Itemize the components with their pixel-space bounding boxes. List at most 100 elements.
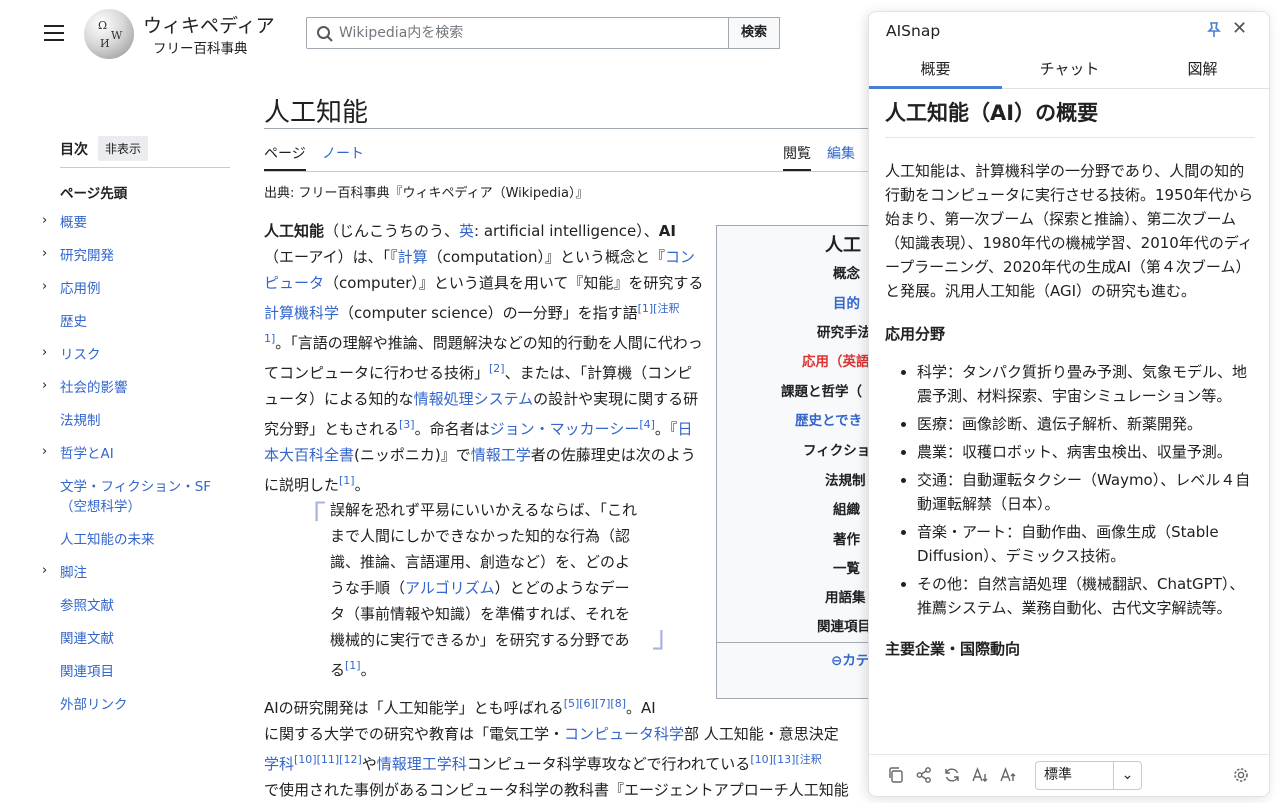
toc-item[interactable]: › 研究開発: [42, 246, 230, 266]
toc-item[interactable]: › 概要: [42, 213, 230, 233]
infobox-row[interactable]: 目的: [833, 292, 860, 312]
toc-item-label: 関連項目: [60, 664, 114, 680]
page-title: 人工知能: [264, 98, 369, 128]
toc-item[interactable]: 外部リンク: [60, 695, 230, 715]
tab-read[interactable]: 閲覧: [783, 143, 811, 171]
panel-tabs: 概要 チャット 図解: [869, 52, 1269, 89]
toc-item[interactable]: 人工知能の未来: [60, 530, 230, 550]
font-decrease-icon[interactable]: [971, 766, 989, 784]
infobox-row: 関連項目: [817, 619, 871, 635]
logo-wordmark: ウィキペディア: [143, 15, 275, 37]
mode-select-value: 標準: [1044, 767, 1072, 783]
link-info-system[interactable]: 情報処理システム: [414, 390, 534, 408]
infobox-category-link[interactable]: ⊖カテ: [831, 649, 869, 669]
chevron-right-icon[interactable]: ›: [42, 343, 47, 363]
tab-summary[interactable]: 概要: [869, 52, 1002, 89]
wiki-header: ΩWИ ウィキペディア フリー百科事典 検索: [0, 0, 870, 70]
toc-item-label: リスク: [60, 347, 101, 363]
pin-icon[interactable]: [1206, 21, 1222, 39]
link-dept[interactable]: 学科: [264, 755, 294, 773]
summary-heading: 人工知能（AI）の概要: [885, 97, 1255, 138]
panel-header: AISnap ✕: [869, 12, 1269, 52]
chevron-right-icon[interactable]: ›: [42, 442, 47, 462]
search-input[interactable]: [339, 21, 719, 45]
toc-item[interactable]: 法規制: [60, 411, 230, 431]
link-cs[interactable]: コンピュータ科学: [564, 725, 684, 743]
title-divider: [264, 128, 870, 129]
toc-item[interactable]: › 社会的影響: [42, 378, 230, 398]
search-button[interactable]: 検索: [728, 17, 780, 49]
link-ie[interactable]: 情報理工学科: [377, 755, 467, 773]
toc-item-label: 法規制: [60, 413, 101, 429]
article-paragraph-2: AIの研究開発は「人工知能学」とも呼ばれる[5][6][7][8]。AI に関する…: [264, 697, 849, 799]
toc-item-label: 研究開発: [60, 248, 114, 264]
chevron-right-icon[interactable]: ›: [42, 376, 47, 396]
toc-item[interactable]: 関連項目: [60, 662, 230, 682]
toc-item[interactable]: 関連文献: [60, 629, 230, 649]
panel-title: AISnap: [886, 22, 941, 40]
list-item: その他：自然言語処理（機械翻訳、ChatGPT）、推薦システム、業務自動化、古代…: [917, 572, 1255, 620]
toc-item-label: 歴史: [60, 314, 87, 330]
copy-icon[interactable]: [887, 766, 905, 784]
panel-toolbar: 標準 ⌄: [869, 754, 1269, 796]
toc-item[interactable]: › 応用例: [42, 279, 230, 299]
chevron-right-icon[interactable]: ›: [42, 244, 47, 264]
aisnap-panel: AISnap ✕ 概要 チャット 図解 人工知能（AI）の概要 人工知能は、計算…: [868, 11, 1270, 797]
refresh-icon[interactable]: [943, 766, 961, 784]
toc-item[interactable]: › リスク: [42, 345, 230, 365]
link-computation[interactable]: 計算: [398, 248, 428, 266]
tab-edit[interactable]: 編集: [827, 143, 855, 163]
chevron-right-icon[interactable]: ›: [42, 561, 47, 581]
toc-hide-button[interactable]: 非表示: [98, 136, 149, 161]
toc-item[interactable]: 歴史: [60, 312, 230, 332]
category-icon: ⊖: [831, 653, 843, 669]
tab-talk[interactable]: ノート: [322, 143, 364, 163]
main-menu-icon[interactable]: [44, 25, 64, 41]
infobox-row: 研究手法: [817, 325, 871, 341]
toc-item-top[interactable]: ページ先頭: [60, 182, 127, 202]
toc-item[interactable]: › 哲学とAI: [42, 444, 230, 464]
mode-select[interactable]: 標準 ⌄: [1035, 761, 1142, 790]
infobox-row[interactable]: 歴史とでき: [795, 409, 862, 429]
applications-list: 科学：タンパク質折り畳み予測、気象モデル、地震予測、材料探索、宇宙シミュレーショ…: [885, 360, 1255, 620]
toc-item-label: 外部リンク: [60, 697, 128, 713]
toc-item[interactable]: › 脚注: [42, 563, 230, 583]
infobox-row[interactable]: 応用（英語: [802, 350, 870, 370]
tab-diagram[interactable]: 図解: [1136, 52, 1269, 89]
font-increase-icon[interactable]: [999, 766, 1017, 784]
quote-close-mark: 」: [652, 620, 682, 655]
link-computer-science[interactable]: 計算機科学: [264, 304, 339, 322]
infobox-row: 一覧: [833, 561, 860, 577]
link-info-eng[interactable]: 情報工学: [471, 446, 531, 464]
toc-item-label: 概要: [60, 215, 87, 231]
summary-text: 人工知能は、計算機科学の一分野であり、人間の知的行動をコンピュータに実行させる技…: [885, 162, 1254, 300]
chevron-right-icon[interactable]: ›: [42, 277, 47, 297]
link-en[interactable]: 英: [459, 222, 474, 240]
toc-item-label: 脚注: [60, 565, 87, 581]
tab-divider: [264, 171, 870, 172]
settings-icon[interactable]: [1232, 766, 1250, 784]
list-item: 科学：タンパク質折り畳み予測、気象モデル、地震予測、材料探索、宇宙シミュレーショ…: [917, 360, 1255, 408]
toc-item-label: 人工知能の未来: [60, 532, 155, 548]
infobox: 人工 概念 目的 研究手法 応用（英語 課題と哲学（ 歴史とでき フィクショ 法規制 組織 著作一…: [716, 225, 876, 699]
toc-title: 目次: [60, 141, 88, 158]
share-icon[interactable]: [915, 766, 933, 784]
toc-list: › 概要 › 研究開発 › 応用例歴史 › リスク › 社会的影響法規制 › 哲学とAI 文学・フィクシ…: [42, 213, 230, 728]
link-algorithm[interactable]: アルゴリズム: [405, 579, 495, 597]
tab-chat[interactable]: チャット: [1003, 52, 1136, 89]
close-icon[interactable]: ✕: [1232, 18, 1247, 39]
link-computer[interactable]: コンピュータ: [264, 248, 695, 292]
infobox-row: 組織: [833, 502, 860, 518]
chevron-right-icon[interactable]: ›: [42, 211, 47, 231]
search-box: [306, 17, 729, 49]
infobox-row: 用語集: [825, 590, 866, 606]
section-heading-applications: 応用分野: [885, 325, 946, 343]
link-mccarthy[interactable]: ジョン・マッカーシー: [490, 420, 640, 438]
wikipedia-logo[interactable]: ΩWИ: [84, 9, 134, 59]
list-item: 農業：収穫ロボット、病害虫検出、収量予測。: [917, 440, 1255, 464]
toc-item[interactable]: 参照文献: [60, 596, 230, 616]
toc-item[interactable]: 文学・フィクション・SF（空想科学）: [60, 477, 230, 517]
search-icon: [317, 26, 333, 42]
tab-page[interactable]: ページ: [264, 143, 306, 171]
toc-header: 目次 非表示: [60, 130, 230, 168]
